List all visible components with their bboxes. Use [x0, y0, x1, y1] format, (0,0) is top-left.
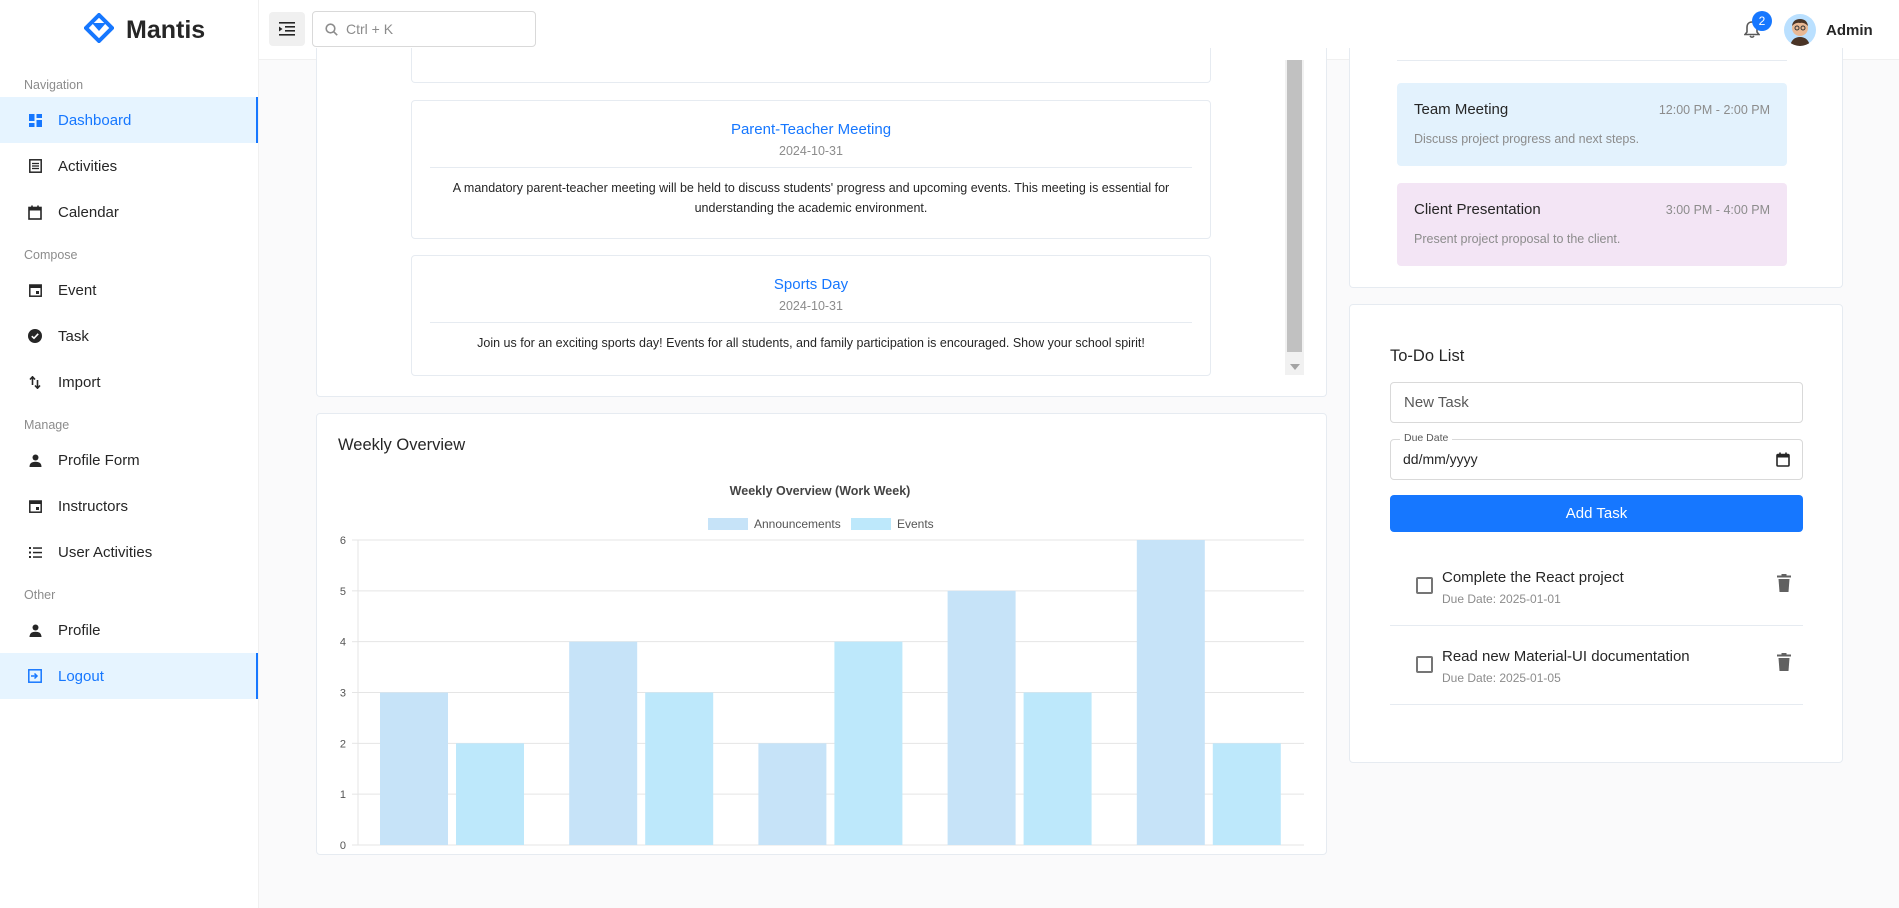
brand[interactable]: Mantis [0, 0, 258, 60]
schedule-time: 12:00 PM - 2:00 PM [1658, 103, 1770, 117]
event-icon [28, 499, 42, 513]
calendar-icon [28, 205, 42, 220]
list-icon [28, 159, 42, 173]
sidebar-nav: Navigation Dashboard Activities Calendar Com… [0, 73, 258, 699]
divider [430, 322, 1192, 323]
announcements-scrollbar[interactable] [1285, 60, 1304, 375]
divider [430, 167, 1192, 168]
sidebar-item-label: Dashboard [58, 111, 132, 129]
user-profile-menu[interactable]: Admin [1784, 14, 1873, 46]
announcement-title[interactable]: Sports Day [412, 276, 1210, 293]
sidebar-item-dashboard[interactable]: Dashboard [0, 97, 258, 143]
weekly-overview-title: Weekly Overview [338, 436, 466, 454]
schedule-item[interactable]: Team Meeting 12:00 PM - 2:00 PM Discuss … [1397, 83, 1787, 166]
add-task-button[interactable]: Add Task [1390, 495, 1803, 532]
due-date-label: Due Date [1400, 432, 1453, 444]
due-date-field[interactable]: Due Date dd/mm/yyyy [1390, 432, 1803, 480]
calendar-picker-icon[interactable] [1776, 452, 1790, 467]
due-date-value: dd/mm/yyyy [1403, 451, 1478, 467]
import-icon [28, 375, 42, 389]
delete-icon[interactable] [1777, 574, 1791, 592]
announcement-date: 2024-10-31 [779, 299, 843, 313]
dashboard-icon [28, 113, 42, 127]
sidebar-item-user-activities[interactable]: User Activities [0, 529, 258, 575]
announcement-title[interactable]: Parent-Teacher Meeting [412, 121, 1210, 138]
sidebar-item-label: Calendar [58, 203, 119, 221]
sidebar-item-task[interactable]: Task [0, 313, 258, 359]
todo-title: To-Do List [1390, 347, 1465, 365]
announcement-item-partial [411, 48, 1211, 83]
event-icon [28, 283, 42, 297]
todo-text: Complete the React project [1442, 569, 1624, 586]
sidebar-item-label: Event [58, 281, 97, 299]
todo-item: Complete the React project Due Date: 202… [1390, 547, 1803, 626]
search-box[interactable] [312, 11, 536, 47]
menu-toggle-button[interactable] [269, 12, 305, 46]
person-icon [28, 453, 42, 467]
sidebar-item-label: Profile Form [58, 451, 140, 469]
scrollbar-thumb[interactable] [1287, 60, 1302, 352]
search-icon [325, 22, 338, 36]
scroll-down-arrow-icon[interactable] [1290, 364, 1300, 370]
sidebar: Mantis Navigation Dashboard Activities Cale… [0, 0, 259, 908]
sidebar-item-label: Import [58, 373, 101, 391]
sidebar-item-label: Activities [58, 157, 118, 175]
weekly-overview-card: Weekly Overview [316, 413, 1327, 855]
schedule-item[interactable]: Client Presentation 3:00 PM - 4:00 PM Pr… [1397, 183, 1787, 266]
sidebar-item-calendar[interactable]: Calendar [0, 189, 258, 235]
sidebar-item-event[interactable]: Event [0, 267, 258, 313]
avatar [1784, 14, 1816, 46]
nav-group-label: Compose [24, 248, 78, 262]
todo-due-date: Due Date: 2025-01-05 [1442, 671, 1561, 685]
nav-group-label: Manage [24, 418, 70, 432]
list-bullets-icon [28, 545, 42, 559]
nav-group-label: Navigation [24, 78, 84, 92]
announcement-description: Join us for an exciting sports day! Even… [477, 336, 1145, 350]
schedule-time: 3:00 PM - 4:00 PM [1665, 203, 1770, 217]
brand-name: Mantis [126, 15, 206, 44]
sidebar-item-import[interactable]: Import [0, 359, 258, 405]
todo-checkbox[interactable] [1416, 656, 1433, 673]
user-name: Admin [1826, 21, 1873, 39]
delete-icon[interactable] [1777, 653, 1791, 671]
check-circle-icon [28, 329, 42, 343]
todo-text: Read new Material-UI documentation [1442, 648, 1690, 665]
sidebar-item-logout[interactable]: Logout [0, 653, 258, 699]
announcement-description: A mandatory parent-teacher meeting will … [452, 181, 1170, 215]
divider [1397, 60, 1787, 61]
sidebar-item-label: User Activities [58, 543, 153, 561]
person-icon [28, 623, 42, 637]
sidebar-item-label: Profile [58, 621, 101, 639]
announcement-date: 2024-10-31 [779, 144, 843, 158]
new-task-input[interactable] [1390, 382, 1803, 423]
sidebar-item-label: Task [58, 327, 89, 345]
announcement-item: Sports Day 2024-10-31 Join us for an exc… [411, 255, 1211, 376]
sidebar-item-instructors[interactable]: Instructors [0, 483, 258, 529]
schedule-description: Discuss project progress and next steps. [1414, 132, 1640, 146]
sidebar-item-profile[interactable]: Profile [0, 607, 258, 653]
todo-card: To-Do List Due Date dd/mm/yyyy Add Task … [1349, 304, 1843, 763]
schedule-description: Present project proposal to the client. [1414, 232, 1621, 246]
sidebar-item-profile-form[interactable]: Profile Form [0, 437, 258, 483]
todo-checkbox[interactable] [1416, 577, 1433, 594]
logout-icon [28, 669, 42, 683]
menu-fold-icon [279, 22, 295, 36]
todo-item: Read new Material-UI documentation Due D… [1390, 626, 1803, 705]
todo-due-date: Due Date: 2025-01-01 [1442, 592, 1561, 606]
sidebar-item-label: Instructors [58, 497, 129, 515]
sidebar-item-activities[interactable]: Activities [0, 143, 258, 189]
notification-badge: 2 [1752, 11, 1772, 31]
search-input[interactable] [346, 21, 526, 37]
sidebar-item-label: Logout [58, 667, 104, 685]
mantis-logo-icon [83, 11, 115, 48]
announcement-item: Parent-Teacher Meeting 2024-10-31 A mand… [411, 100, 1211, 239]
nav-group-label: Other [24, 588, 56, 602]
